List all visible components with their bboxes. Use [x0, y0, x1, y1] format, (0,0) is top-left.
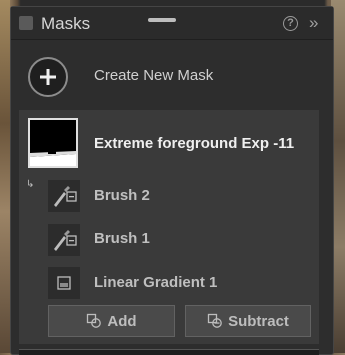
brush-icon[interactable]: [48, 224, 80, 256]
plus-icon: [40, 69, 56, 85]
brush-icon[interactable]: [48, 180, 80, 212]
component-label-brush-2[interactable]: Brush 2: [94, 187, 150, 204]
subtract-button[interactable]: Subtract: [185, 305, 311, 337]
create-new-mask-row[interactable]: Create New Mask: [11, 40, 333, 108]
panel-title: Masks: [41, 14, 91, 33]
linear-gradient-icon[interactable]: [48, 267, 80, 299]
panel-header: Masks ? »: [11, 7, 333, 40]
create-mask-button[interactable]: [28, 57, 68, 97]
component-label-brush-1[interactable]: Brush 1: [94, 230, 150, 247]
create-new-mask-label: Create New Mask: [94, 67, 214, 84]
photo-background-left: [0, 0, 10, 353]
subtract-button-label: Subtract: [228, 312, 289, 330]
mask-list: Extreme foreground Exp -11 ↳ Brush 2 Bru…: [19, 110, 319, 344]
subtract-mask-icon: [207, 313, 222, 328]
drag-handle[interactable]: [148, 18, 176, 22]
masks-panel: Masks ? » Create New Mask Extreme foregr…: [10, 6, 334, 355]
component-link-icon: ↳: [26, 179, 35, 190]
mask-preview-image: [30, 120, 76, 166]
next-mask-edge: [19, 349, 319, 355]
mask-name[interactable]: Extreme foreground Exp -11: [94, 135, 294, 152]
mask-thumbnail[interactable]: [28, 118, 78, 168]
add-mask-icon: [87, 313, 102, 328]
component-label-linear-gradient-1[interactable]: Linear Gradient 1: [94, 274, 217, 291]
add-button[interactable]: Add: [48, 305, 175, 337]
expand-icon[interactable]: »: [309, 13, 318, 33]
add-button-label: Add: [107, 312, 137, 330]
help-icon[interactable]: ?: [283, 16, 298, 31]
panel-collapse-toggle[interactable]: [19, 16, 33, 30]
